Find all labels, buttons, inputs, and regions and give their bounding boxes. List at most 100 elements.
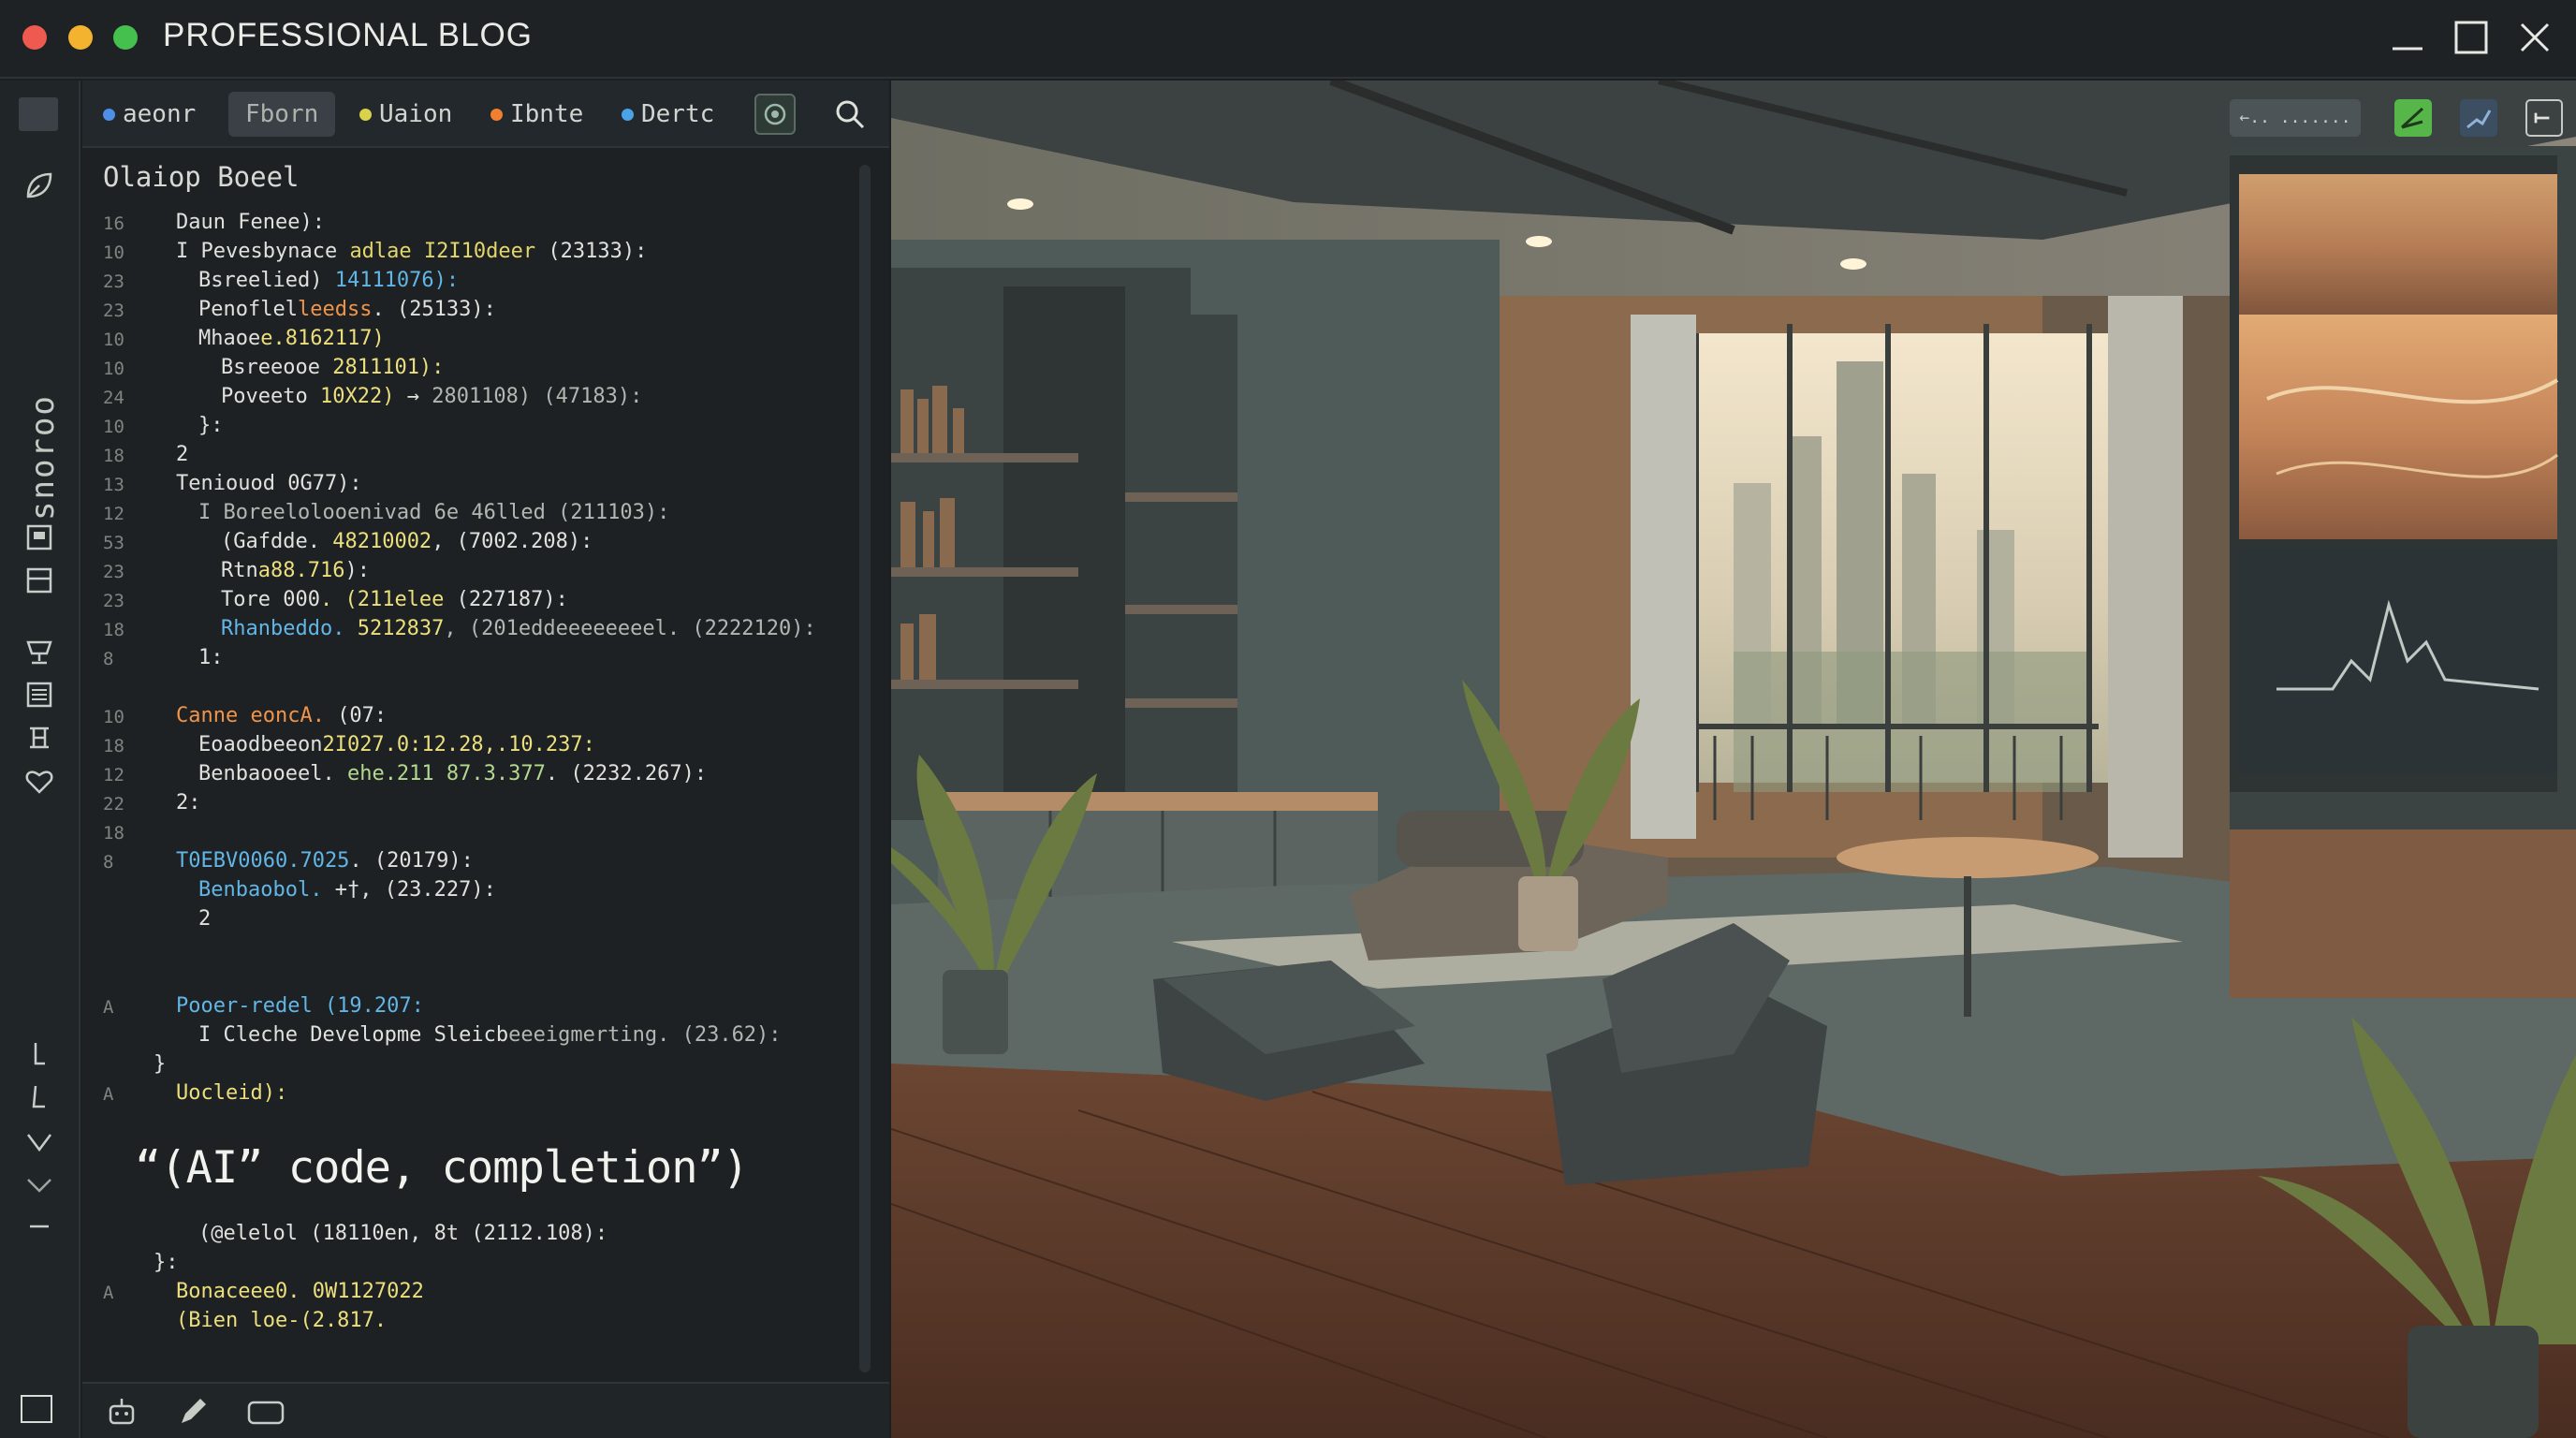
code-line[interactable]: I Cleche Developme Sleicbeeeigmerting. (… <box>82 1022 859 1051</box>
code-text: Rtna88.716): <box>221 559 370 582</box>
close-dot-button[interactable] <box>22 25 47 50</box>
code-line[interactable]: (@elelol (18110en, 8t (2112.108): <box>82 1221 859 1250</box>
tab-uaion[interactable]: Uaion <box>359 92 452 137</box>
code-line[interactable]: 18 Rhanbeddo. 5212837, (201eddeeeeeeeel. … <box>82 616 859 645</box>
code-editor: aeonr Fborn Uaion Ibnte Dertc Olaiop Boe… <box>82 81 889 1382</box>
code-line[interactable]: 23 Penoflelleedss. (25133): <box>82 297 859 326</box>
code-line[interactable]: 16 Daun Fenee): <box>82 210 859 239</box>
code-line[interactable]: 2 <box>82 906 859 935</box>
ai-code-completion-text: “(AI” code, completion”) <box>135 1142 749 1194</box>
explorer-button[interactable] <box>19 97 58 131</box>
code-line[interactable]: 8 1: <box>82 645 859 674</box>
code-token: 10X22) <box>319 385 395 408</box>
code-line[interactable]: A Bonaceee0. 0W1127022 <box>82 1279 859 1308</box>
code-line[interactable]: 13 Teniouod 0G77): <box>82 471 859 500</box>
layers-icon[interactable] <box>21 562 58 599</box>
search-icon[interactable] <box>831 95 869 133</box>
code-line[interactable] <box>82 674 859 703</box>
tab-dertc[interactable]: Dertc <box>622 92 714 137</box>
line-number: A <box>103 1283 114 1303</box>
line-number: A <box>103 1084 114 1105</box>
pencil-icon[interactable] <box>174 1393 212 1431</box>
code-line[interactable]: 53 (Gafdde. 48210002, (7002.208): <box>82 529 859 558</box>
preview-mode-button[interactable]: ←.. ....... <box>2230 99 2361 137</box>
editor-scrollbar[interactable] <box>859 165 871 1372</box>
code-line[interactable]: 23 Bsreelied) 14111076): <box>82 268 859 297</box>
code-line[interactable]: 18 <box>82 819 859 848</box>
tab-aeonr[interactable]: aeonr <box>103 92 196 137</box>
code-token: (Gafdde. <box>221 530 333 553</box>
code-line[interactable]: Benbaobol. +†, (23.227): <box>82 877 859 906</box>
heart-icon[interactable] <box>21 762 58 800</box>
box-icon[interactable] <box>245 1393 286 1431</box>
line-number: 24 <box>103 388 124 408</box>
code-line[interactable]: 24 Poveeto 10X22) → 2801108) (47183): <box>82 384 859 413</box>
code-line[interactable]: 23 Tore 000. (211elee (227187): <box>82 587 859 616</box>
tab-dot <box>103 108 115 121</box>
code-line[interactable]: }: <box>82 1250 859 1279</box>
code-token: . (2232.267): <box>545 762 708 785</box>
code-line[interactable]: 10 Canne eoncA. (07: <box>82 703 859 732</box>
code-token: Eoaodbeeon <box>198 733 323 756</box>
code-line[interactable]: 10 Bsreeooe 2811101): <box>82 355 859 384</box>
code-text: I Boreelolooenivad 6e 46lled (211103): <box>198 501 669 524</box>
code-line[interactable] <box>82 964 859 993</box>
code-line[interactable]: A Pooer-redel (19.207: <box>82 993 859 1022</box>
line-number: 16 <box>103 213 124 234</box>
line-number: 23 <box>103 562 124 582</box>
chevron-down-icon[interactable] <box>21 1123 58 1161</box>
tab-ibnte[interactable]: Ibnte <box>490 92 583 137</box>
code-line[interactable]: A Uocleid): <box>82 1080 859 1109</box>
robot-icon[interactable] <box>103 1393 140 1431</box>
minimize-icon[interactable] <box>2387 17 2428 58</box>
code-line[interactable]: 10}: <box>82 413 859 442</box>
zoom-dot-button[interactable] <box>113 25 138 50</box>
code-token: , (23.227): <box>359 878 496 902</box>
code-token: Tore 000 <box>221 588 320 611</box>
code-line[interactable]: (Bien loe-(2.817. <box>82 1308 859 1337</box>
dash-icon[interactable] <box>21 1208 58 1245</box>
chart-blue-icon[interactable] <box>2460 99 2497 137</box>
stack-icon[interactable] <box>21 719 58 756</box>
minimize-dot-button[interactable] <box>68 25 93 50</box>
code-text: 2 <box>198 907 211 931</box>
code-line[interactable]: 10 I Pevesbynace adlae I2I10deer (23133): <box>82 239 859 268</box>
code-token: ): <box>344 559 370 582</box>
chevron-down-icon[interactable] <box>21 1167 58 1204</box>
arrow-left-icon[interactable] <box>21 1078 58 1116</box>
maximize-icon[interactable] <box>2451 17 2492 58</box>
tab-dot <box>359 108 372 121</box>
square-icon[interactable] <box>21 1395 52 1423</box>
code-token: Pooer-redel (19.207: <box>176 994 424 1018</box>
panel-icon[interactable] <box>21 519 58 556</box>
tab-dot <box>622 108 634 121</box>
tab-fborn[interactable]: Fborn <box>228 92 336 137</box>
close-icon[interactable] <box>2514 17 2555 58</box>
code-line[interactable]: 8 T0EBV0060.7025. (20179): <box>82 848 859 877</box>
code-token: a88.716 <box>257 559 345 582</box>
code-line[interactable] <box>82 935 859 964</box>
expand-icon[interactable] <box>2525 99 2563 137</box>
code-line[interactable]: 22 2: <box>82 790 859 819</box>
code-token: (@elelol (18110en, 8t (2112.108): <box>198 1222 608 1245</box>
code-area[interactable]: 16 Daun Fenee): 10 I Pevesbynace adlae I2I1… <box>82 210 859 1109</box>
code-line[interactable]: 23 Rtna88.716): <box>82 558 859 587</box>
code-line[interactable]: 12 Benbaooeel. ehe.211 87.3.377. (2232.26… <box>82 761 859 790</box>
code-line[interactable]: 10 Mhaoee.8162117) <box>82 326 859 355</box>
code-token: 2: <box>176 791 201 814</box>
chart-green-icon[interactable] <box>2394 99 2432 137</box>
code-line[interactable]: 12 I Boreelolooenivad 6e 46lled (211103): <box>82 500 859 529</box>
code-token: }: <box>154 1251 179 1274</box>
code-line[interactable]: } <box>82 1051 859 1080</box>
list-icon[interactable] <box>21 676 58 713</box>
code-line[interactable]: 18 2 <box>82 442 859 471</box>
code-area-lower[interactable]: (@elelol (18110en, 8t (2112.108):}: A Bona… <box>82 1221 859 1337</box>
code-token: 5212837 <box>357 617 445 640</box>
trophy-icon[interactable] <box>21 633 58 670</box>
code-line[interactable]: 18 Eoaodbeeon2I027.0:12.28,.10.237: <box>82 732 859 761</box>
arrow-down-icon[interactable] <box>21 1035 58 1073</box>
leaf-icon[interactable] <box>21 167 58 204</box>
code-token: leedss <box>297 298 373 321</box>
activity-rail: snoroo <box>0 81 80 1438</box>
ai-assistant-button[interactable] <box>754 94 796 135</box>
